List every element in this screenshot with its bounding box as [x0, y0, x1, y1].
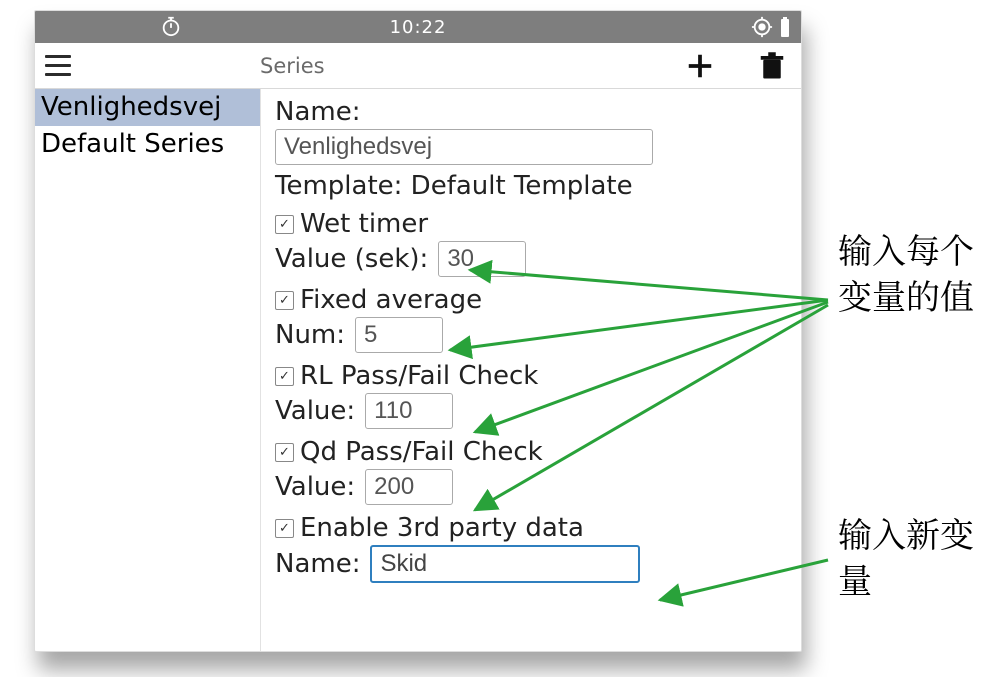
series-item-default[interactable]: Default Series: [35, 126, 260, 163]
wet-timer-value-label: Value (sek):: [275, 244, 428, 274]
toolbar-title: Series: [260, 54, 325, 78]
fixed-average-label: Fixed average: [300, 285, 482, 315]
wet-timer-value-input[interactable]: [438, 241, 526, 277]
third-party-checkbox[interactable]: [275, 519, 294, 538]
third-party-value-label: Name:: [275, 549, 360, 579]
qd-check-checkbox[interactable]: [275, 443, 294, 462]
series-form: Name: Template: Default Template Wet tim…: [261, 89, 801, 652]
toolbar: Series: [35, 43, 801, 89]
qd-check-label: Qd Pass/Fail Check: [300, 437, 543, 467]
third-party-label: Enable 3rd party data: [300, 513, 584, 543]
add-button[interactable]: [685, 51, 715, 81]
clock-time: 10:22: [35, 17, 801, 38]
name-input[interactable]: [275, 129, 653, 165]
name-label: Name:: [275, 97, 787, 127]
series-item-venlighedsvej[interactable]: Venlighedsvej: [35, 89, 260, 126]
template-value: Default Template: [411, 171, 633, 201]
annotation-values: 输入每个变量的值: [838, 226, 988, 318]
qd-check-value-input[interactable]: [365, 469, 453, 505]
wet-timer-checkbox[interactable]: [275, 215, 294, 234]
template-label: Template:: [275, 171, 402, 201]
wet-timer-label: Wet timer: [300, 209, 428, 239]
fixed-average-value-input[interactable]: [355, 317, 443, 353]
rl-check-value-input[interactable]: [365, 393, 453, 429]
rl-check-label: RL Pass/Fail Check: [300, 361, 538, 391]
series-list: Venlighedsvej Default Series: [35, 89, 261, 652]
fixed-average-value-label: Num:: [275, 320, 345, 350]
gps-icon: [751, 16, 773, 38]
device-frame: 10:22: [34, 10, 802, 652]
delete-button[interactable]: [757, 51, 787, 81]
rl-check-checkbox[interactable]: [275, 367, 294, 386]
menu-button[interactable]: [35, 43, 80, 88]
annotation-new-variable: 输入新变量: [838, 510, 988, 602]
qd-check-value-label: Value:: [275, 472, 355, 502]
third-party-name-input[interactable]: [370, 545, 640, 583]
fixed-average-checkbox[interactable]: [275, 291, 294, 310]
status-bar: 10:22: [35, 11, 801, 43]
rl-check-value-label: Value:: [275, 396, 355, 426]
battery-icon: [779, 16, 791, 38]
